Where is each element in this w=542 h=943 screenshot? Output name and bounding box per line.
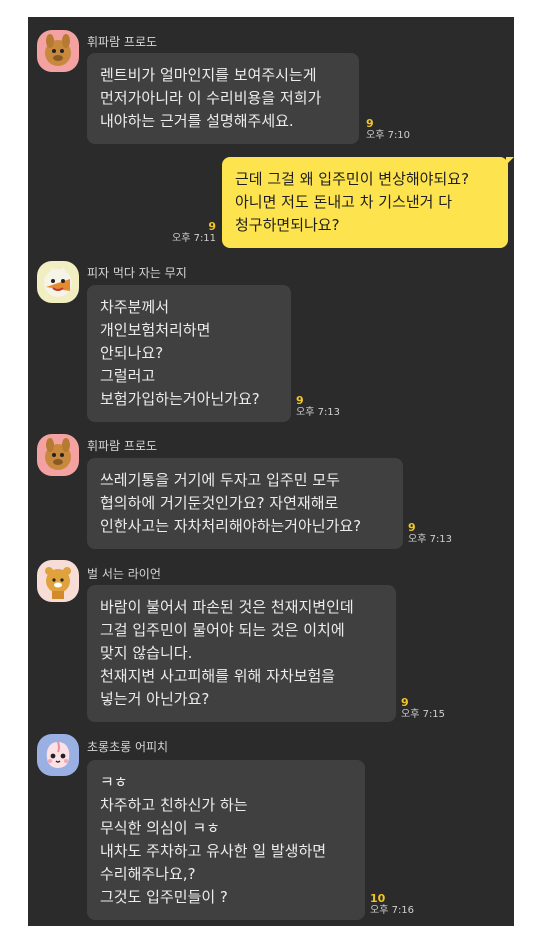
sender-name: 휘파람 프로도 [87, 439, 158, 453]
message-bubble[interactable]: 쓰레기통을 거기에 두자고 입주민 모두 협의하에 거기둔것인가요? 자연재해로… [87, 458, 403, 549]
sender-name: 피자 먹다 자는 무지 [87, 266, 187, 280]
message-meta: 9 오후 7:13 [408, 522, 452, 546]
message-time: 오후 7:15 [401, 709, 446, 720]
sender-name: 휘파람 프로도 [87, 35, 158, 49]
unread-count: 9 [401, 696, 409, 709]
message-meta: 9 오후 7:13 [296, 395, 340, 419]
frodo-avatar-icon[interactable] [37, 434, 79, 476]
message-time: 오후 7:13 [296, 407, 341, 418]
frodo-avatar-icon[interactable] [37, 30, 79, 72]
unread-count: 9 [408, 521, 416, 534]
chat-window[interactable]: 휘파람 프로도 렌트비가 얼마인지를 보여주시는게 먼저가아니라 이 수리비용을… [28, 17, 514, 926]
sender-name: 초롱초롱 어피치 [87, 740, 169, 754]
apeach-avatar-icon[interactable] [37, 734, 79, 776]
message-meta: 10 오후 7:16 [370, 893, 414, 917]
message-bubble[interactable]: 렌트비가 얼마인지를 보여주시는게 먼저가아니라 이 수리비용을 저희가 내야하… [87, 53, 359, 144]
message-meta: 9 오후 7:11 [172, 221, 216, 245]
message-time: 오후 7:10 [366, 130, 411, 141]
sender-name: 벌 서는 라이언 [87, 567, 161, 581]
muzi-avatar-icon[interactable] [37, 261, 79, 303]
ryan-avatar-icon[interactable] [37, 560, 79, 602]
message-bubble[interactable]: 차주분께서 개인보험처리하면 안되나요? 그럴러고 보험가입하는거아닌가요? [87, 285, 291, 422]
message-time: 오후 7:11 [172, 233, 217, 244]
message-time: 오후 7:13 [408, 534, 453, 545]
message-meta: 9 오후 7:15 [401, 697, 445, 721]
message-meta: 9 오후 7:10 [366, 118, 410, 142]
message-bubble[interactable]: ㅋㅎ 차주하고 친하신가 하는 무식한 의심이 ㅋㅎ 내차도 주차하고 유사한 … [87, 760, 365, 920]
bubble-tail [506, 157, 514, 165]
my-message-bubble[interactable]: 근데 그걸 왜 입주민이 변상해야되요? 아니면 저도 돈내고 차 기스낸거 다… [222, 157, 508, 248]
unread-count: 9 [208, 220, 217, 233]
unread-count: 9 [366, 117, 374, 130]
unread-count: 10 [370, 892, 386, 905]
unread-count: 9 [296, 394, 304, 407]
message-bubble[interactable]: 바람이 불어서 파손된 것은 천재지변인데 그걸 입주민이 물어야 되는 것은 … [87, 585, 396, 722]
message-time: 오후 7:16 [370, 905, 415, 916]
